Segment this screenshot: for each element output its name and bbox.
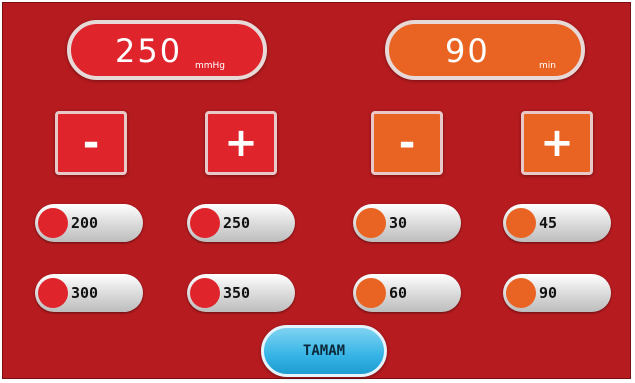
pressure-increase-button[interactable]: + — [205, 111, 277, 175]
preset-indicator-icon — [190, 208, 220, 238]
preset-indicator-icon — [38, 278, 68, 308]
time-unit: min — [539, 61, 556, 71]
preset-label: 250 — [223, 214, 251, 232]
preset-label: 350 — [223, 284, 251, 302]
time-decrease-button[interactable]: - — [371, 111, 443, 175]
preset-label: 30 — [389, 214, 408, 232]
time-preset-30[interactable]: 30 — [353, 204, 461, 242]
pressure-value: 250 — [115, 32, 183, 70]
time-preset-60[interactable]: 60 — [353, 274, 461, 312]
preset-label: 45 — [539, 214, 558, 232]
pressure-preset-200[interactable]: 200 — [35, 204, 143, 242]
pressure-decrease-button[interactable]: - — [55, 111, 127, 175]
ok-button[interactable]: TAMAM — [261, 325, 387, 377]
ok-button-label: TAMAM — [302, 343, 346, 359]
control-panel: 250 mmHg 90 min - + - + 200 250 30 45 30… — [2, 2, 631, 379]
pressure-unit: mmHg — [195, 61, 226, 71]
preset-indicator-icon — [506, 208, 536, 238]
plus-icon: + — [224, 120, 258, 166]
pressure-preset-350[interactable]: 350 — [187, 274, 295, 312]
preset-label: 200 — [71, 214, 99, 232]
preset-indicator-icon — [506, 278, 536, 308]
pressure-preset-300[interactable]: 300 — [35, 274, 143, 312]
preset-indicator-icon — [356, 278, 386, 308]
minus-icon: - — [398, 120, 416, 166]
preset-indicator-icon — [356, 208, 386, 238]
time-increase-button[interactable]: + — [521, 111, 593, 175]
preset-indicator-icon — [190, 278, 220, 308]
pressure-preset-250[interactable]: 250 — [187, 204, 295, 242]
preset-label: 300 — [71, 284, 99, 302]
pressure-display: 250 mmHg — [67, 20, 267, 80]
preset-label: 90 — [539, 284, 558, 302]
time-value: 90 — [445, 32, 490, 70]
time-preset-90[interactable]: 90 — [503, 274, 611, 312]
plus-icon: + — [540, 120, 574, 166]
minus-icon: - — [82, 120, 100, 166]
preset-indicator-icon — [38, 208, 68, 238]
preset-label: 60 — [389, 284, 408, 302]
time-preset-45[interactable]: 45 — [503, 204, 611, 242]
time-display: 90 min — [385, 20, 585, 80]
